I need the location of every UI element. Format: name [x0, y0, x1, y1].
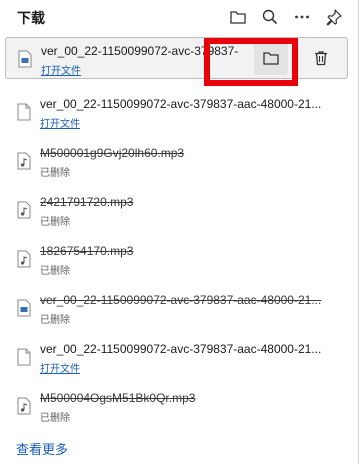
file-name: ver_00_22-1150099072-avc-379837-aac-4800… [40, 293, 322, 307]
pin-icon[interactable] [322, 5, 346, 29]
downloads-panel: 下载 ver_00_22-1150099072-avc-379837- 打开文件 [0, 0, 359, 464]
file-name: ver_00_22-1150099072-avc-379837-aac-4800… [40, 342, 322, 356]
audio-file-icon [17, 201, 31, 219]
audio-file-icon [17, 250, 31, 268]
download-item[interactable]: ver_00_22-1150099072-avc-379837-aac-4800… [5, 336, 348, 378]
audio-file-icon [17, 397, 31, 415]
show-in-folder-button[interactable] [254, 41, 288, 75]
status-deleted: 已删除 [40, 266, 70, 277]
folder-open-icon [263, 52, 279, 65]
blank-file-icon [17, 348, 31, 366]
search-icon[interactable] [258, 5, 282, 29]
status-deleted: 已删除 [40, 217, 70, 228]
blank-file-icon [17, 103, 31, 121]
trash-icon [315, 51, 327, 66]
see-more-link[interactable]: 查看更多 [16, 439, 68, 458]
download-item[interactable]: M500001g9Gvj20lh60.mp3 已删除 [5, 140, 348, 182]
download-item[interactable]: 2421791720.mp3 已删除 [5, 189, 348, 231]
download-item[interactable]: ver_00_22-1150099072-avc-379837-aac-4800… [5, 287, 348, 329]
delete-button[interactable] [304, 41, 338, 75]
file-name: ver_00_22-1150099072-avc-379837-aac-4800… [40, 97, 322, 111]
file-name: M500004OgsM51Bk0Qr.mp3 [40, 391, 196, 405]
file-name: 2421791720.mp3 [40, 195, 134, 209]
status-deleted: 已删除 [40, 168, 70, 179]
more-icon[interactable] [290, 5, 314, 29]
panel-title: 下载 [17, 10, 45, 26]
file-name: 1826754170.mp3 [40, 244, 134, 258]
open-file-link[interactable]: 打开文件 [40, 115, 80, 130]
downloads-header: 下载 [0, 0, 359, 34]
audio-file-icon [17, 152, 31, 170]
status-deleted: 已删除 [40, 413, 70, 424]
status-deleted: 已删除 [40, 315, 70, 326]
download-item[interactable]: M500004OgsM51Bk0Qr.mp3 已删除 [5, 385, 348, 427]
open-file-link[interactable]: 打开文件 [41, 62, 81, 77]
video-file-icon [17, 299, 31, 317]
file-name: M500001g9Gvj20lh60.mp3 [40, 146, 185, 160]
download-item[interactable]: ver_00_22-1150099072-avc-379837- 打开文件 [5, 37, 348, 79]
video-file-icon [18, 50, 32, 68]
download-item[interactable]: 1826754170.mp3 已删除 [5, 238, 348, 280]
file-name: ver_00_22-1150099072-avc-379837- [41, 44, 239, 58]
open-file-link[interactable]: 打开文件 [40, 360, 80, 375]
download-item[interactable]: ver_00_22-1150099072-avc-379837-aac-4800… [5, 91, 348, 133]
folder-icon[interactable] [226, 5, 250, 29]
